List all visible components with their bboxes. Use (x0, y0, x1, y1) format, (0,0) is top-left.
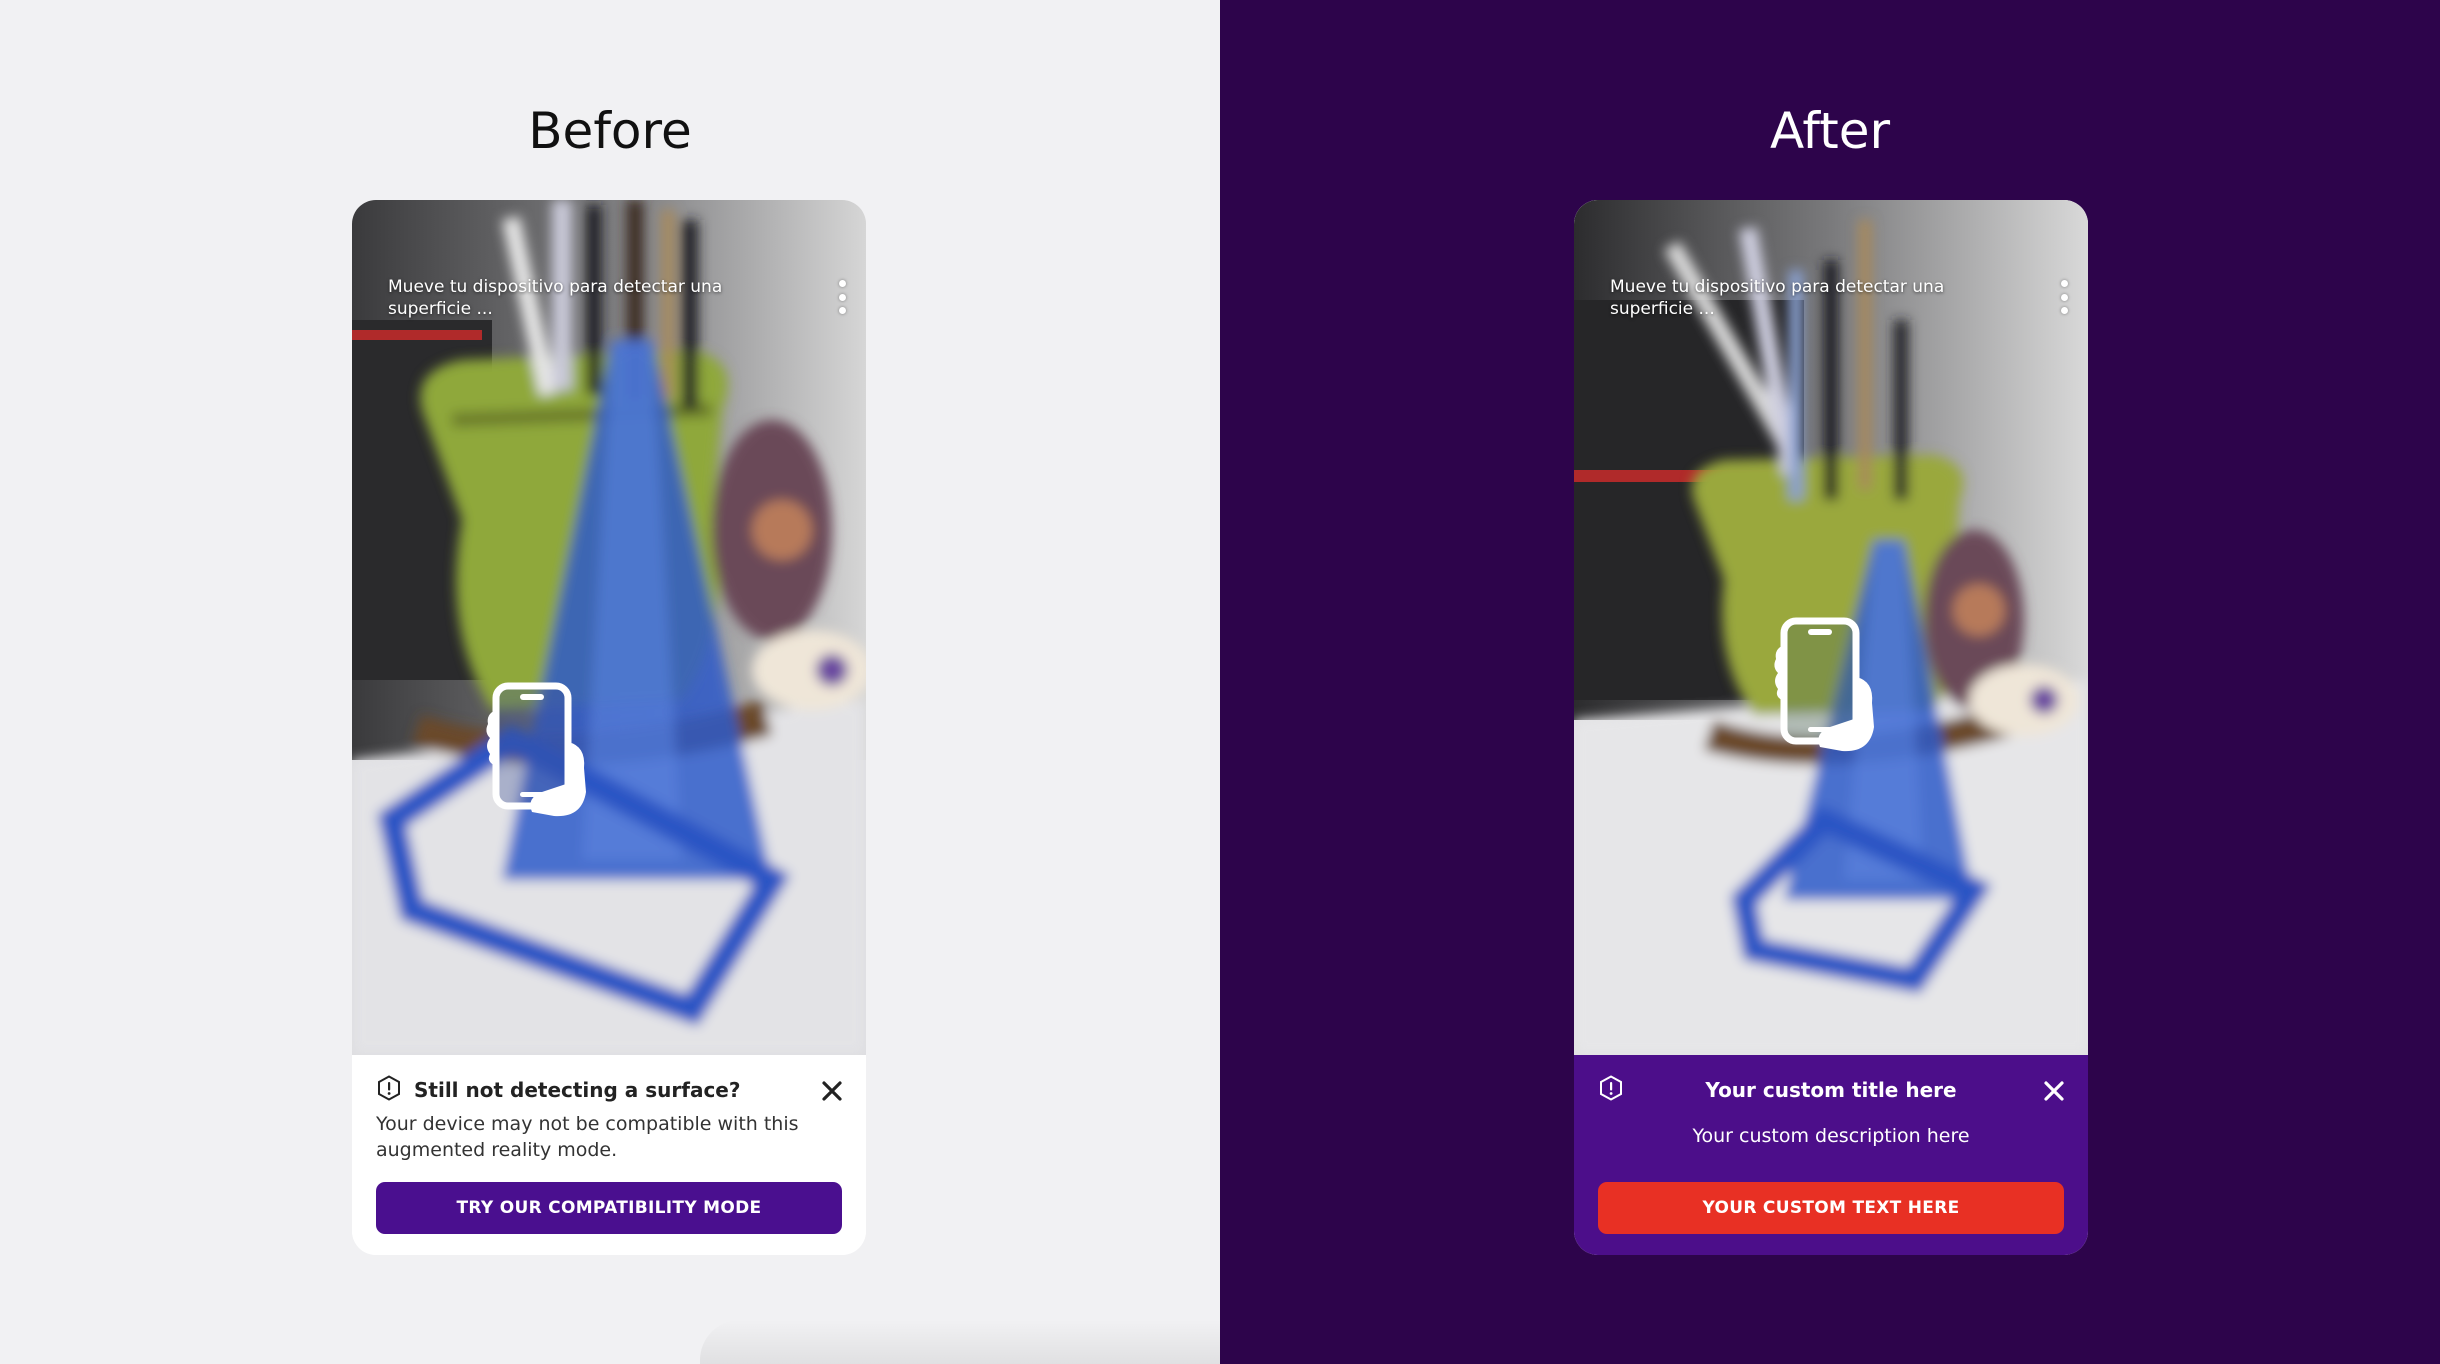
panel-title: Still not detecting a surface? (414, 1078, 741, 1102)
before-phone-screen: Mueve tu dispositivo para detectar una s… (352, 200, 866, 1255)
camera-view: Mueve tu dispositivo para detectar una s… (352, 200, 866, 1055)
hand-holding-phone-icon (486, 682, 586, 817)
before-heading: Before (528, 102, 692, 160)
custom-action-button[interactable]: YOUR CUSTOM TEXT HERE (1598, 1182, 2064, 1234)
close-icon[interactable] (2040, 1077, 2068, 1105)
after-section: After Mueve tu dispositivo para detectar… (1220, 0, 2440, 1364)
panel-description: Your custom description here (1692, 1125, 1970, 1147)
surface-warning-panel: Still not detecting a surface? Your devi… (352, 1055, 866, 1255)
camera-hint-text: Mueve tu dispositivo para detectar una s… (388, 277, 723, 319)
panel-description: Your device may not be compatible with t… (376, 1113, 799, 1161)
after-phone-screen: Mueve tu dispositivo para detectar una s… (1574, 200, 2088, 1255)
panel-title: Your custom title here (1705, 1078, 1957, 1102)
surface-warning-panel: Your custom title here Your custom descr… (1574, 1055, 2088, 1255)
warning-hexagon-icon (378, 1075, 400, 1101)
camera-hint-text: Mueve tu dispositivo para detectar una s… (1610, 277, 1945, 319)
hand-holding-phone-icon (1774, 617, 1874, 752)
close-icon[interactable] (818, 1077, 846, 1105)
compatibility-mode-button[interactable]: TRY OUR COMPATIBILITY MODE (376, 1182, 842, 1234)
camera-feed-image (352, 200, 866, 1055)
after-heading: After (1769, 102, 1891, 160)
more-vertical-icon[interactable] (2058, 280, 2070, 314)
more-vertical-icon[interactable] (836, 280, 848, 314)
decorative-shadow (700, 1320, 1220, 1364)
camera-view: Mueve tu dispositivo para detectar una s… (1574, 200, 2088, 1055)
before-section: Before Mueve tu dispositivo para detecta… (0, 0, 1220, 1364)
